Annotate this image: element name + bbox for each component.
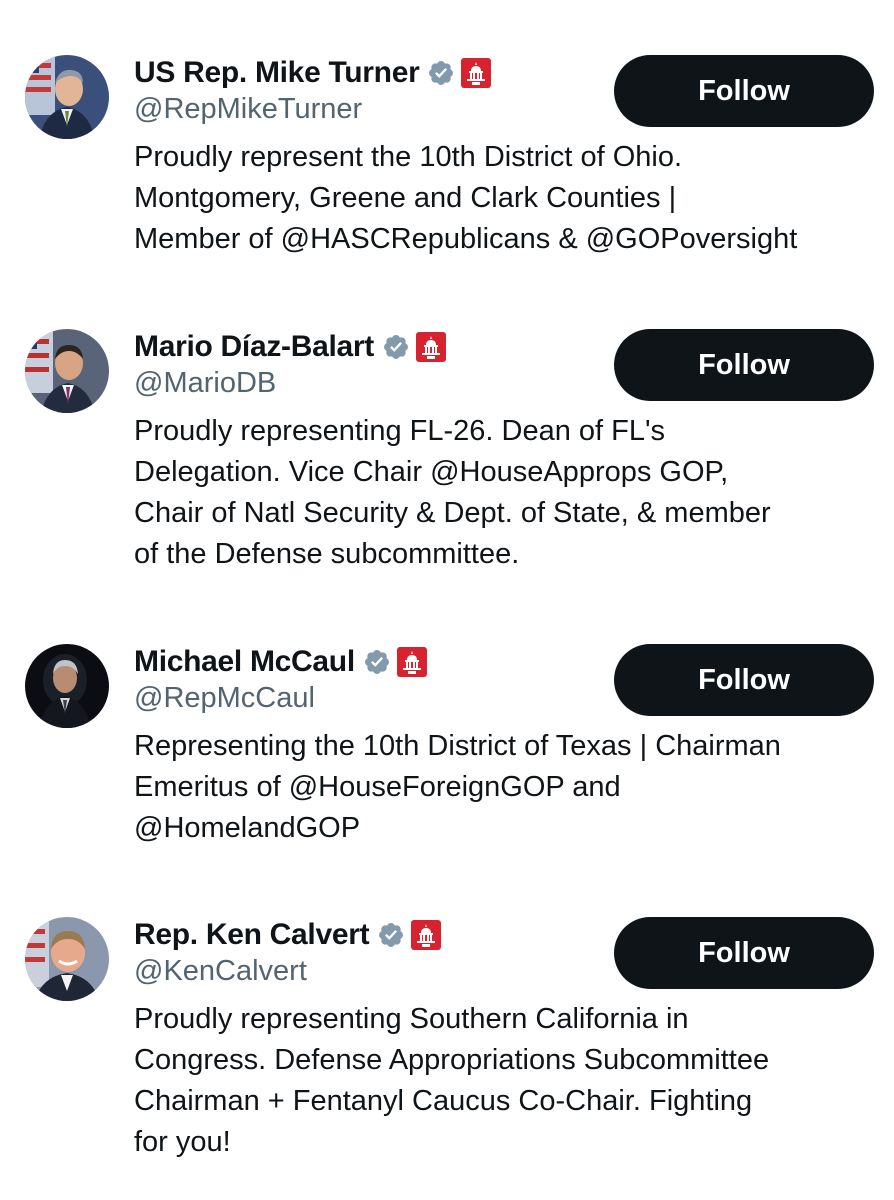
handle[interactable]: @RepMikeTurner [134,93,362,126]
bio: Representing the 10th District of Texas … [134,726,879,849]
avatar[interactable] [25,644,109,728]
house-gop-affiliation-icon[interactable] [461,58,492,88]
avatar-image [25,917,109,1001]
bio-line: Representing the 10th District of Texas … [134,730,781,762]
handle[interactable]: @KenCalvert [134,955,307,988]
house-gop-affiliation-icon[interactable] [411,920,442,950]
house-gop-affiliation-icon[interactable] [396,647,427,677]
handle[interactable]: @RepMcCaul [134,682,315,715]
avatar[interactable] [25,55,109,139]
bio-line: Proudly representing FL-26. Dean of FL's [134,415,666,447]
follow-button[interactable]: Follow [614,644,874,716]
bio-line: @HomelandGOP [134,812,361,844]
bio-line: Montgomery, Greene and Clark Counties | [134,182,677,214]
avatar-image [25,329,109,413]
house-gop-affiliation-icon[interactable] [415,332,446,362]
follow-button[interactable]: Follow [614,917,874,989]
handle[interactable]: @MarioDB [134,367,276,400]
bio: Proudly representing Southern California… [134,999,879,1163]
display-name[interactable]: Michael McCaul [134,645,355,679]
avatar[interactable] [25,329,109,413]
follow-button[interactable]: Follow [614,329,874,401]
name-line: US Rep. Mike Turner [134,55,492,91]
follow-button[interactable]: Follow [614,55,874,127]
name-line: Mario Díaz-Balart [134,329,446,365]
avatar-image [25,644,109,728]
avatar-image [25,55,109,139]
bio-line: Emeritus of @HouseForeignGOP and [134,771,621,803]
bio-line: of the Defense subcommittee. [134,538,520,570]
avatar[interactable] [25,917,109,1001]
bio-line: for you! [134,1126,231,1158]
bio-line: Congress. Defense Appropriations Subcomm… [134,1044,770,1076]
bio-line: Member of @HASCRepublicans & @GOPoversig… [134,223,798,255]
bio-line: Chair of Natl Security & Dept. of State,… [134,497,771,529]
bio-line: Proudly representing Southern California… [134,1003,689,1035]
user-list: US Rep. Mike Turner @RepMikeTurner Proud… [0,0,894,1200]
display-name[interactable]: Mario Díaz-Balart [134,330,374,364]
name-line: Michael McCaul [134,644,427,680]
bio-line: Delegation. Vice Chair @HouseApprops GOP… [134,456,729,488]
bio: Proudly representing FL-26. Dean of FL's… [134,411,879,575]
bio-line: Proudly represent the 10th District of O… [134,141,683,173]
display-name[interactable]: US Rep. Mike Turner [134,56,420,90]
verified-badge-icon[interactable] [377,921,405,949]
verified-badge-icon[interactable] [382,333,410,361]
bio: Proudly represent the 10th District of O… [134,137,879,260]
verified-badge-icon[interactable] [363,648,391,676]
verified-badge-icon[interactable] [427,59,455,87]
display-name[interactable]: Rep. Ken Calvert [134,918,370,952]
name-line: Rep. Ken Calvert [134,917,442,953]
bio-line: Chairman + Fentanyl Caucus Co-Chair. Fig… [134,1085,753,1117]
